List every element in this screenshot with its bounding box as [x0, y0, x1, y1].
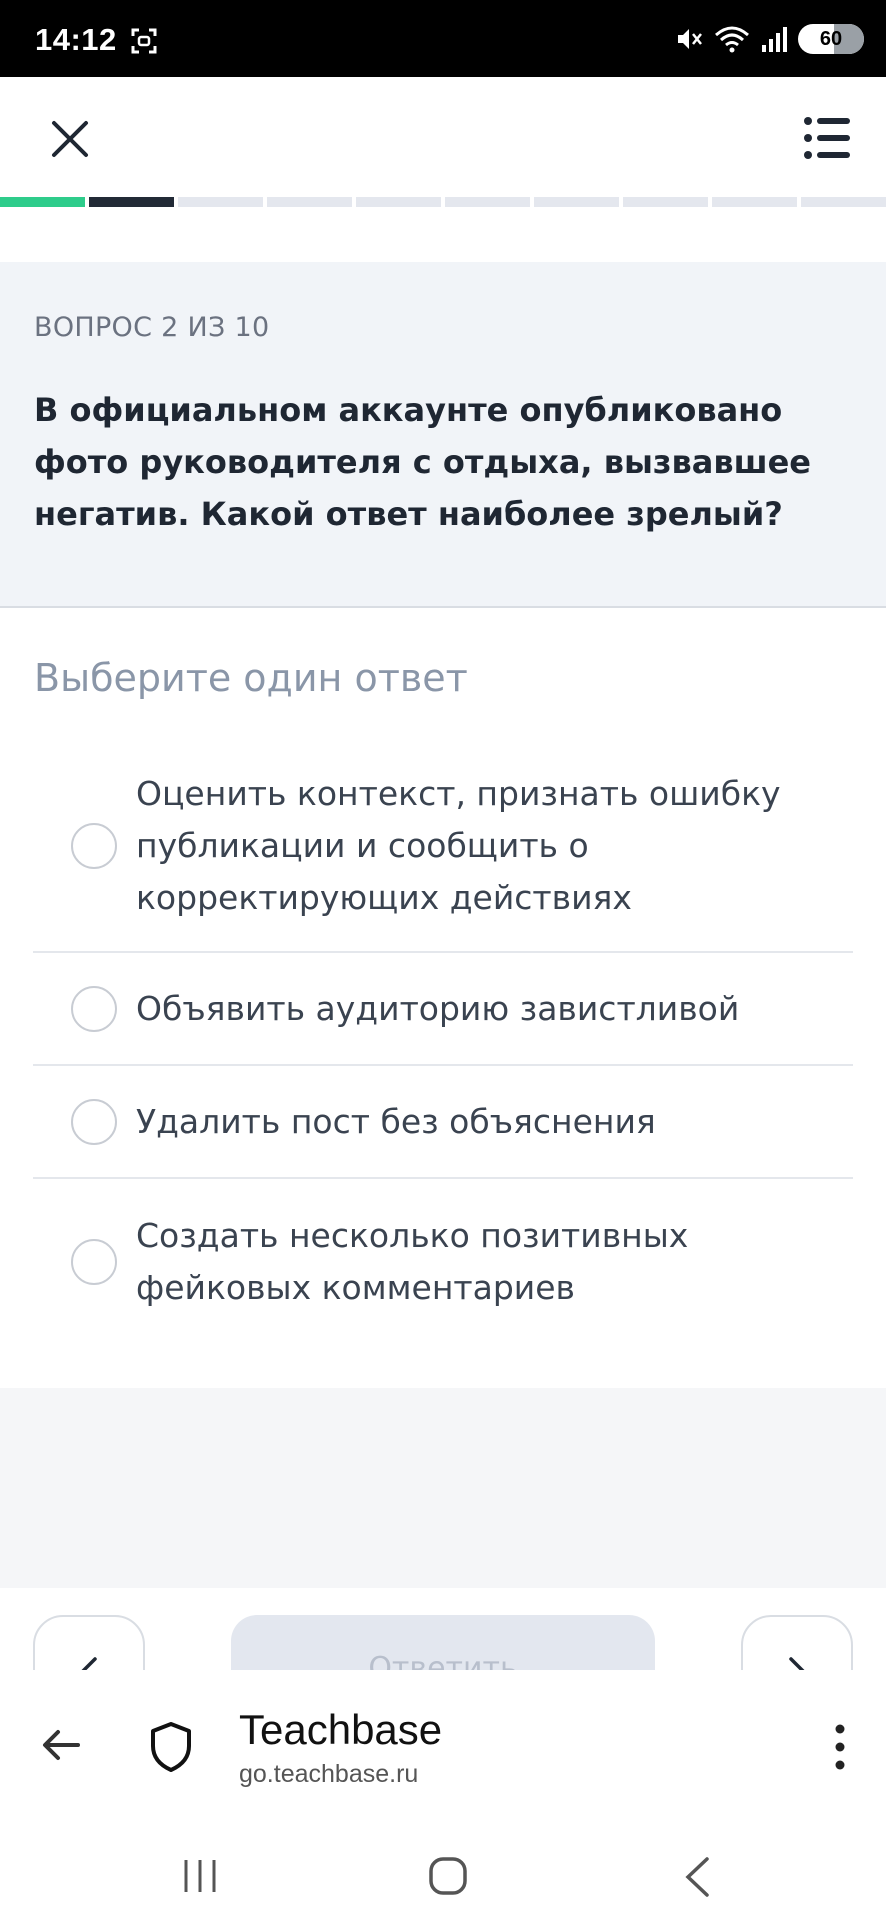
status-icons: 60	[674, 22, 864, 56]
wifi-icon	[715, 26, 749, 53]
recents-icon[interactable]	[180, 1858, 220, 1894]
radio-button[interactable]	[71, 1098, 117, 1145]
more-vertical-icon[interactable]	[832, 1722, 848, 1772]
system-navigation-bar	[0, 1820, 886, 1920]
answer-label: Оценить контекст, признать ошибку публик…	[136, 773, 781, 917]
progress-segment-6	[445, 197, 530, 207]
answer-list: Оценить контекст, признать ошибку публик…	[33, 740, 853, 1345]
answer-option-1[interactable]: Оценить контекст, признать ошибку публик…	[33, 740, 853, 953]
answer-option-3[interactable]: Удалить пост без объяснения	[33, 1066, 853, 1179]
progress-segment-10	[801, 197, 886, 207]
radio-button[interactable]	[71, 985, 117, 1032]
progress-segment-4	[267, 197, 352, 207]
answer-hint: Выберите один ответ	[34, 656, 468, 700]
arrow-back-icon[interactable]	[38, 1722, 84, 1768]
previous-question-button[interactable]	[33, 1615, 145, 1670]
site-title[interactable]: Teachbase	[239, 1706, 442, 1754]
screen-record-icon	[131, 28, 157, 54]
progress-segment-5	[356, 197, 441, 207]
shield-icon[interactable]	[148, 1720, 194, 1774]
top-app-bar	[0, 77, 886, 197]
close-icon[interactable]	[44, 113, 96, 165]
progress-segment-8	[623, 197, 708, 207]
question-progress-bar	[0, 197, 886, 207]
progress-segment-3	[178, 197, 263, 207]
system-back-icon[interactable]	[682, 1856, 712, 1898]
question-counter: ВОПРОС 2 ИЗ 10	[34, 312, 270, 343]
site-url[interactable]: go.teachbase.ru	[239, 1760, 418, 1789]
question-card: ВОПРОС 2 ИЗ 10 В официальном аккаунте оп…	[0, 262, 886, 608]
radio-button[interactable]	[71, 822, 117, 869]
status-bar: 14:12 60	[0, 0, 886, 77]
answer-label: Создать несколько позитивных фейковых ко…	[136, 1216, 689, 1307]
next-question-button[interactable]	[741, 1615, 853, 1670]
question-text: В официальном аккаунте опубликовано фото…	[34, 391, 811, 533]
quiz-bottom-nav: Ответить	[0, 1588, 886, 1670]
status-time: 14:12	[35, 22, 117, 57]
content-footer-area	[0, 1388, 886, 1588]
progress-segment-7	[534, 197, 619, 207]
chevron-left-icon	[81, 1657, 97, 1670]
browser-toolbar: Teachbase go.teachbase.ru	[0, 1670, 886, 1820]
progress-segment-2	[89, 197, 174, 207]
battery-level: 60	[819, 27, 843, 50]
chevron-right-icon	[789, 1657, 805, 1670]
home-icon[interactable]	[428, 1856, 468, 1896]
signal-icon	[762, 27, 787, 52]
answer-option-4[interactable]: Создать несколько позитивных фейковых ко…	[33, 1179, 853, 1345]
list-menu-icon[interactable]	[802, 113, 852, 163]
answer-label: Удалить пост без объяснения	[136, 1101, 656, 1141]
radio-button[interactable]	[71, 1239, 117, 1285]
submit-answer-button[interactable]: Ответить	[231, 1615, 655, 1670]
battery-icon: 60	[798, 24, 864, 54]
mute-icon	[678, 29, 702, 49]
answer-label: Объявить аудиторию завистливой	[136, 988, 740, 1028]
progress-segment-1	[0, 197, 85, 207]
progress-segment-9	[712, 197, 797, 207]
answer-option-2[interactable]: Объявить аудиторию завистливой	[33, 953, 853, 1066]
